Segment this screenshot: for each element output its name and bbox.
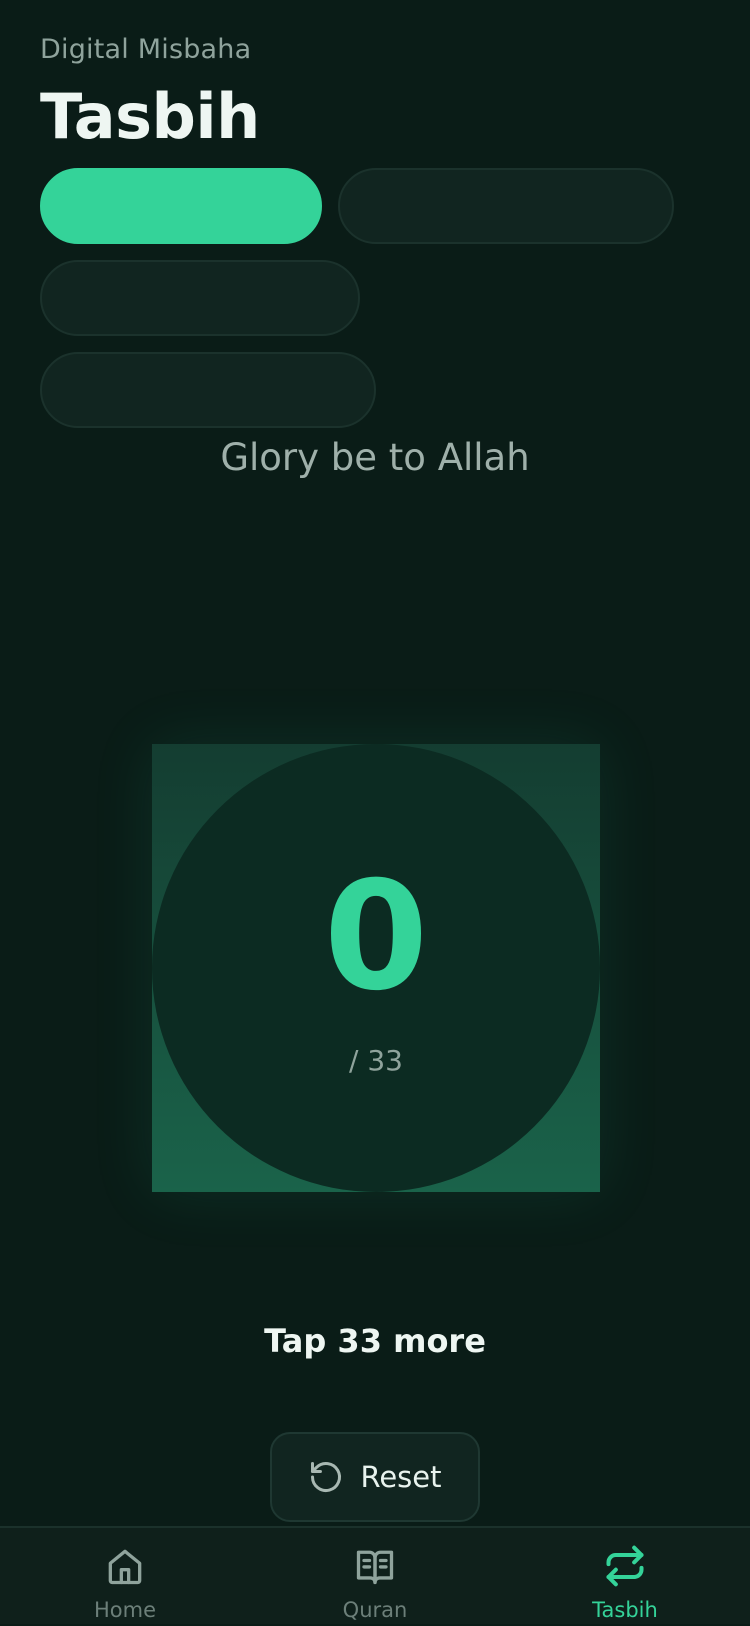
reset-button[interactable]: Reset [270, 1432, 480, 1522]
dhikr-option-1[interactable] [40, 168, 322, 244]
book-open-icon [356, 1550, 394, 1585]
nav-item-tasbih[interactable]: Tasbih [500, 1528, 750, 1626]
dhikr-option-3[interactable] [40, 260, 360, 336]
app-subtitle: Digital Misbaha [40, 34, 252, 65]
bottom-nav: Home Quran Tasbih [0, 1526, 750, 1624]
count-value: 0 [323, 850, 429, 1024]
page-title: Tasbih [40, 80, 260, 153]
rotate-ccw-icon [308, 1459, 344, 1495]
nav-label-quran: Quran [342, 1598, 408, 1622]
remaining-hint: Tap 33 more [264, 1322, 486, 1360]
nav-item-home[interactable]: Home [0, 1528, 250, 1626]
count-target: / 33 [349, 1044, 403, 1077]
tap-counter-button[interactable]: 0 / 33 [152, 744, 600, 1192]
reset-label: Reset [360, 1460, 442, 1494]
home-icon [108, 1549, 142, 1585]
repeat-icon [606, 1545, 644, 1587]
dhikr-option-4[interactable] [40, 352, 376, 428]
dhikr-option-2[interactable] [338, 168, 674, 244]
nav-item-quran[interactable]: Quran [250, 1528, 500, 1626]
nav-label-tasbih: Tasbih [592, 1598, 658, 1622]
dhikr-translation: Glory be to Allah [220, 436, 530, 479]
nav-label-home: Home [93, 1598, 156, 1622]
